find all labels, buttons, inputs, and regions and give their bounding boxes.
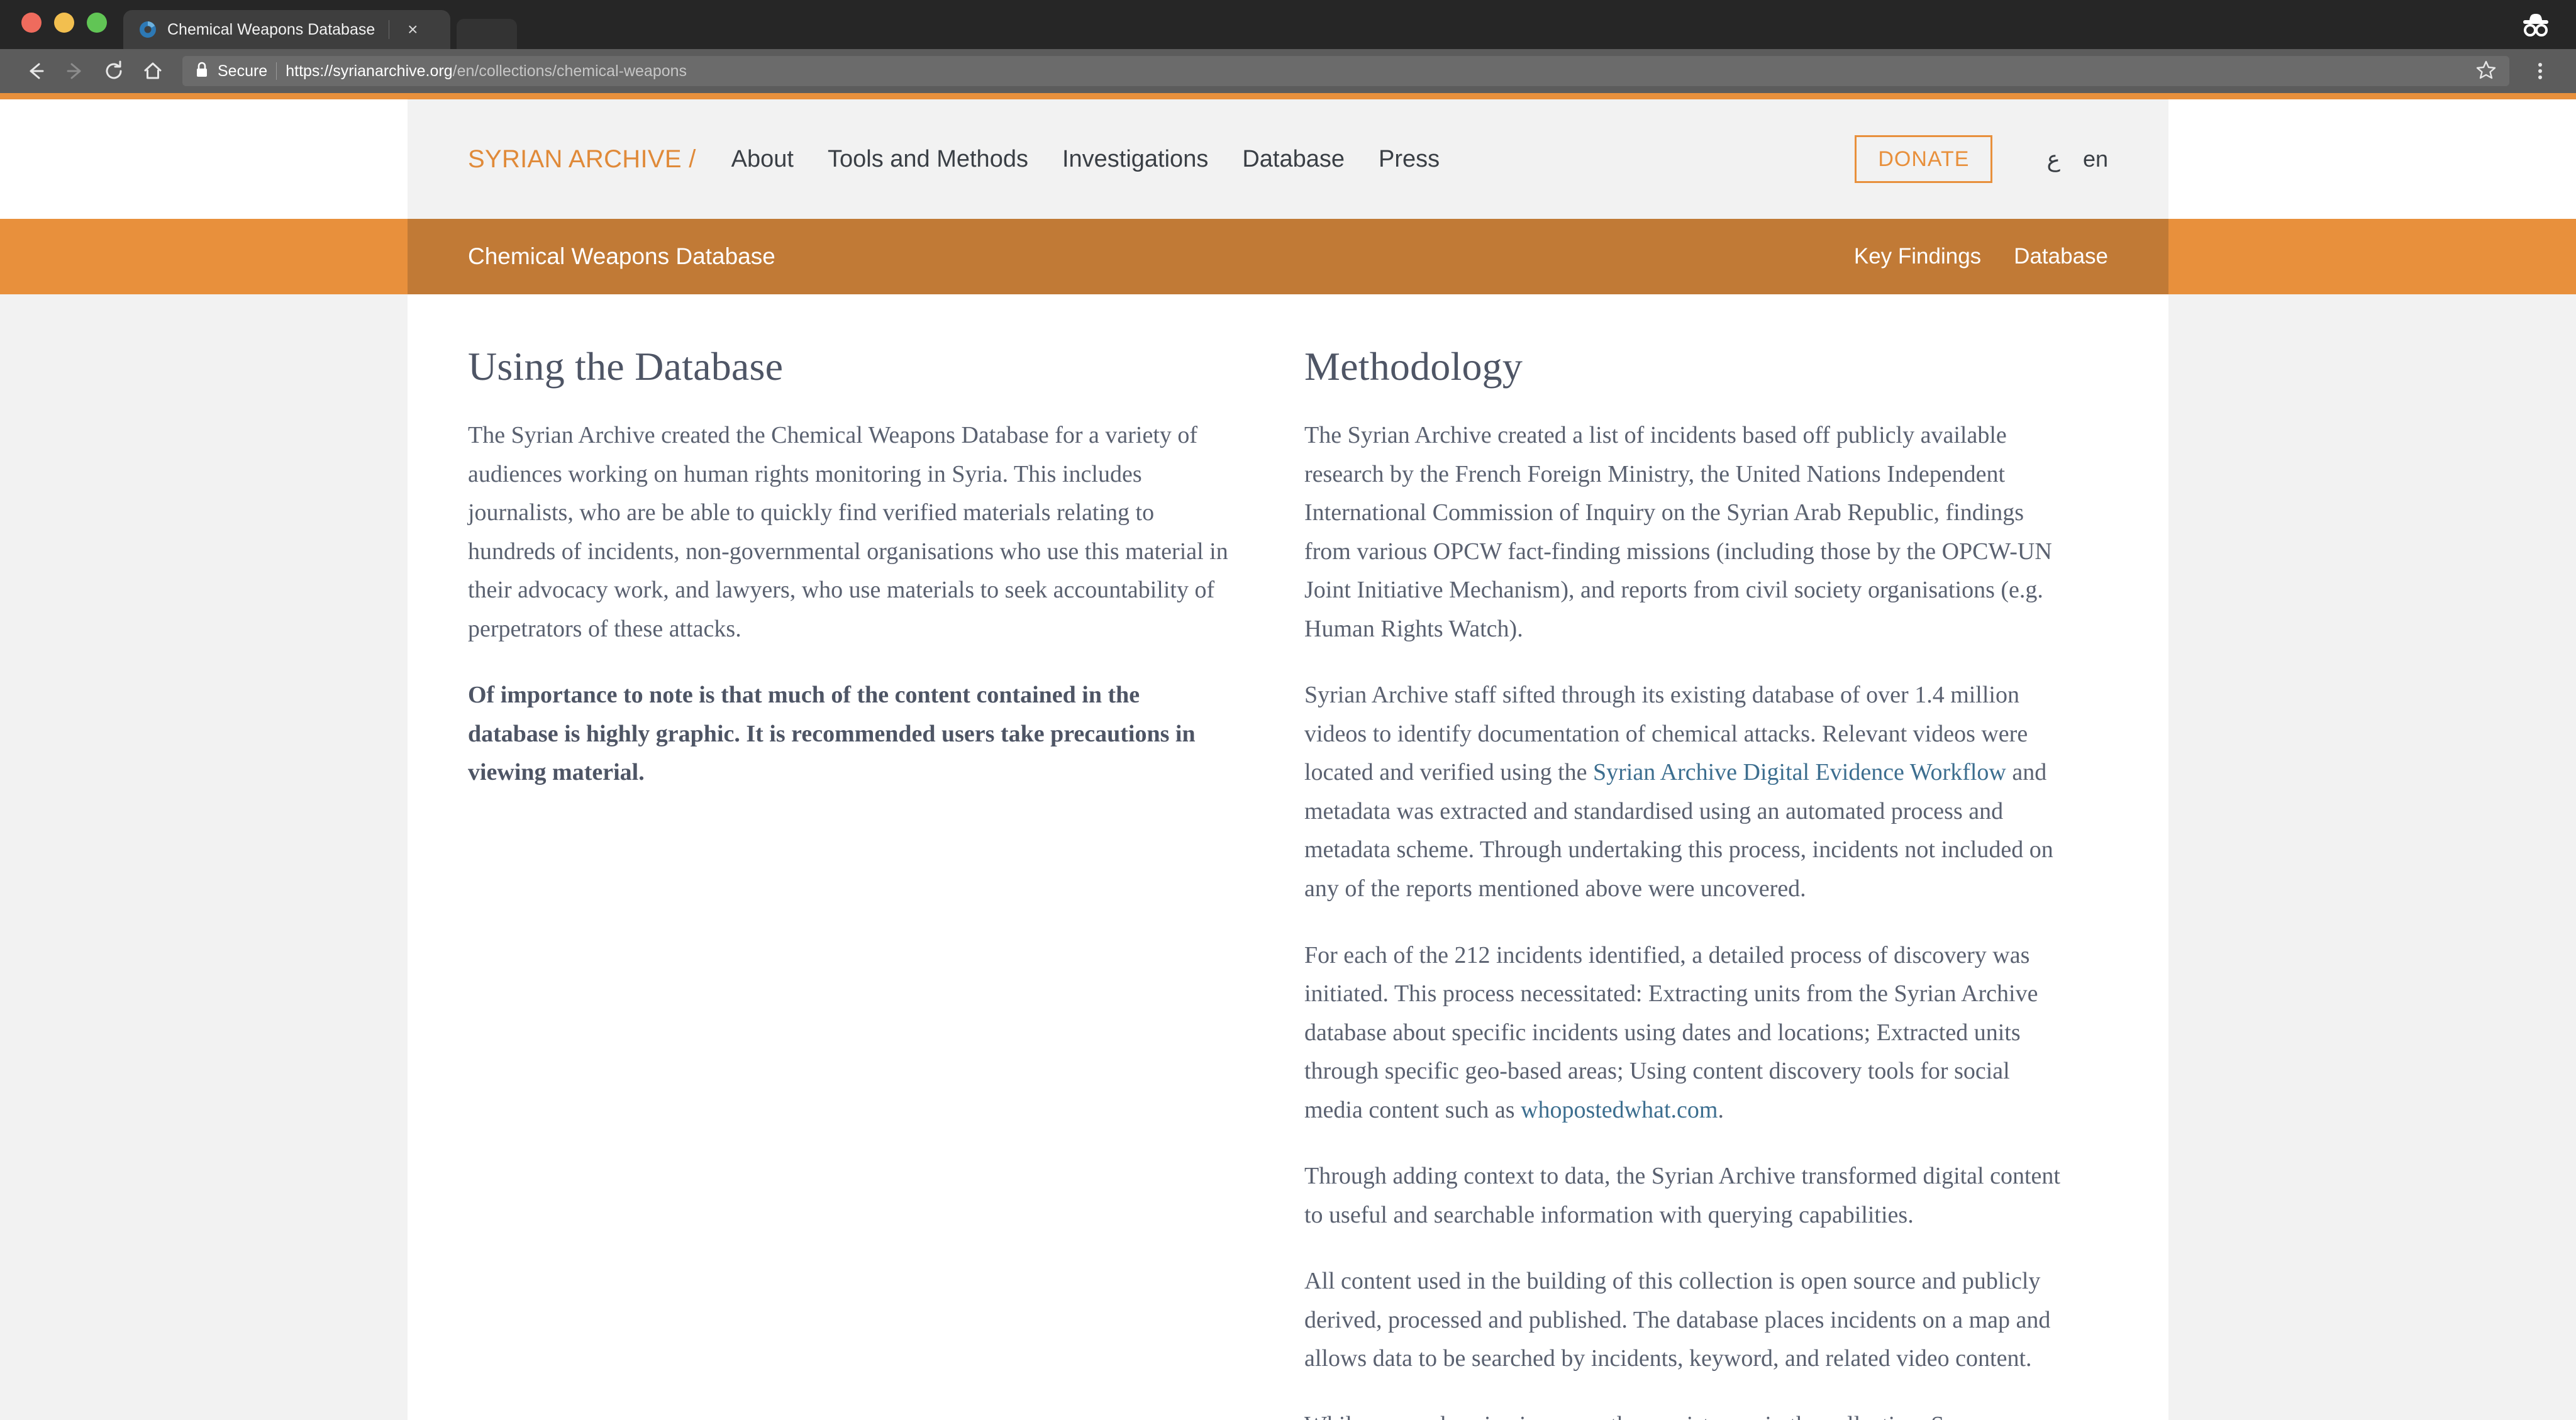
omnibox-divider [276,62,277,80]
browser-tab[interactable]: Chemical Weapons Database × [123,10,450,49]
collection-title: Chemical Weapons Database [468,243,775,269]
using-the-database-heading: Using the Database [468,344,784,389]
lock-icon [195,61,209,82]
right-column: Methodology The Syrian Archive created a… [1304,343,2065,1420]
main-nav-links: About Tools and Methods Investigations D… [731,146,1440,173]
methodology-paragraph-5: All content used in the building of this… [1304,1268,2051,1372]
two-column-content: Using the Database The Syrian Archive cr… [408,294,2168,1420]
left-column: Using the Database The Syrian Archive cr… [468,343,1229,1420]
collection-subnav-links: Key Findings Database [1854,244,2108,269]
collection-subnav-column: Chemical Weapons Database Key Findings D… [408,219,2168,294]
back-arrow-icon[interactable] [16,52,55,91]
minimize-window-button[interactable] [54,13,74,33]
collection-subnav: Chemical Weapons Database Key Findings D… [408,219,2168,294]
secure-label: Secure [218,62,268,80]
browser-window: Chemical Weapons Database × Secure https… [0,0,2576,1420]
page-body-column: Using the Database The Syrian Archive cr… [408,294,2168,1420]
url-path: /en/collections/chemical-weapons [452,62,687,80]
header-right-controls: DONATE ع en [1855,135,2108,183]
close-tab-button[interactable]: × [403,21,422,38]
forward-arrow-icon [55,52,94,91]
language-switcher: ع en [2046,146,2108,172]
subnav-item-database[interactable]: Database [2014,244,2108,269]
page-body-band: Using the Database The Syrian Archive cr… [0,294,2576,1420]
maximize-window-button[interactable] [87,13,107,33]
nav-item-press[interactable]: Press [1379,146,1440,173]
page-viewport: SYRIAN ARCHIVE / About Tools and Methods… [0,93,2576,1420]
url-text: https://syrianarchive.org/en/collections… [286,62,687,80]
methodology-paragraph-2: Syrian Archive staff sifted through its … [1304,676,2065,908]
site-header-column: SYRIAN ARCHIVE / About Tools and Methods… [408,99,2168,219]
collection-subnav-band: Chemical Weapons Database Key Findings D… [0,219,2576,294]
close-window-button[interactable] [21,13,42,33]
digital-evidence-workflow-link[interactable]: Syrian Archive Digital Evidence Workflow [1593,759,2006,785]
nav-item-about[interactable]: About [731,146,794,173]
using-the-database-warning-paragraph: Of importance to note is that much of th… [468,682,1196,786]
globe-icon [138,20,157,39]
url-origin: https://syrianarchive.org [286,62,453,80]
nav-item-database[interactable]: Database [1242,146,1345,173]
top-accent-stripe [0,93,2576,99]
donate-button[interactable]: DONATE [1855,135,1993,183]
methodology-paragraph-3: For each of the 212 incidents identified… [1304,936,2065,1130]
address-bar[interactable]: Secure https://syrianarchive.org/en/coll… [182,56,2509,86]
site-navigation: SYRIAN ARCHIVE / About Tools and Methods… [408,99,2168,219]
incognito-icon [2518,10,2553,39]
subnav-item-key-findings[interactable]: Key Findings [1854,244,1981,269]
nav-item-investigations[interactable]: Investigations [1062,146,1208,173]
language-english[interactable]: en [2083,146,2108,172]
home-icon[interactable] [133,52,172,91]
reload-icon[interactable] [94,52,133,91]
methodology-p3-text-before: For each of the 212 incidents identified… [1304,941,2038,1123]
methodology-paragraph-4: Through adding context to data, the Syri… [1304,1163,2060,1228]
methodology-heading: Methodology [1304,344,1523,389]
methodology-p3-text-after: . [1718,1096,1724,1123]
tab-title: Chemical Weapons Database [167,20,375,38]
browser-toolbar: Secure https://syrianarchive.org/en/coll… [0,49,2576,93]
whopostedwhat-link[interactable]: whopostedwhat.com [1521,1097,1718,1123]
site-header-band: SYRIAN ARCHIVE / About Tools and Methods… [0,99,2576,219]
kebab-menu-icon[interactable] [2521,52,2560,91]
using-the-database-paragraph-1: The Syrian Archive created the Chemical … [468,422,1228,642]
new-tab-button[interactable] [457,19,517,49]
window-controls [0,13,123,49]
language-arabic[interactable]: ع [2046,146,2060,172]
browser-tab-strip: Chemical Weapons Database × [0,0,2576,49]
methodology-paragraph-1: The Syrian Archive created a list of inc… [1304,422,2052,642]
toolbar-right-controls [2521,52,2560,91]
methodology-paragraph-6: While comprehensive in scope, there exis… [1304,1406,2065,1420]
star-icon[interactable] [2475,59,2497,84]
nav-item-tools-and-methods[interactable]: Tools and Methods [828,146,1028,173]
site-logo[interactable]: SYRIAN ARCHIVE / [468,145,696,174]
